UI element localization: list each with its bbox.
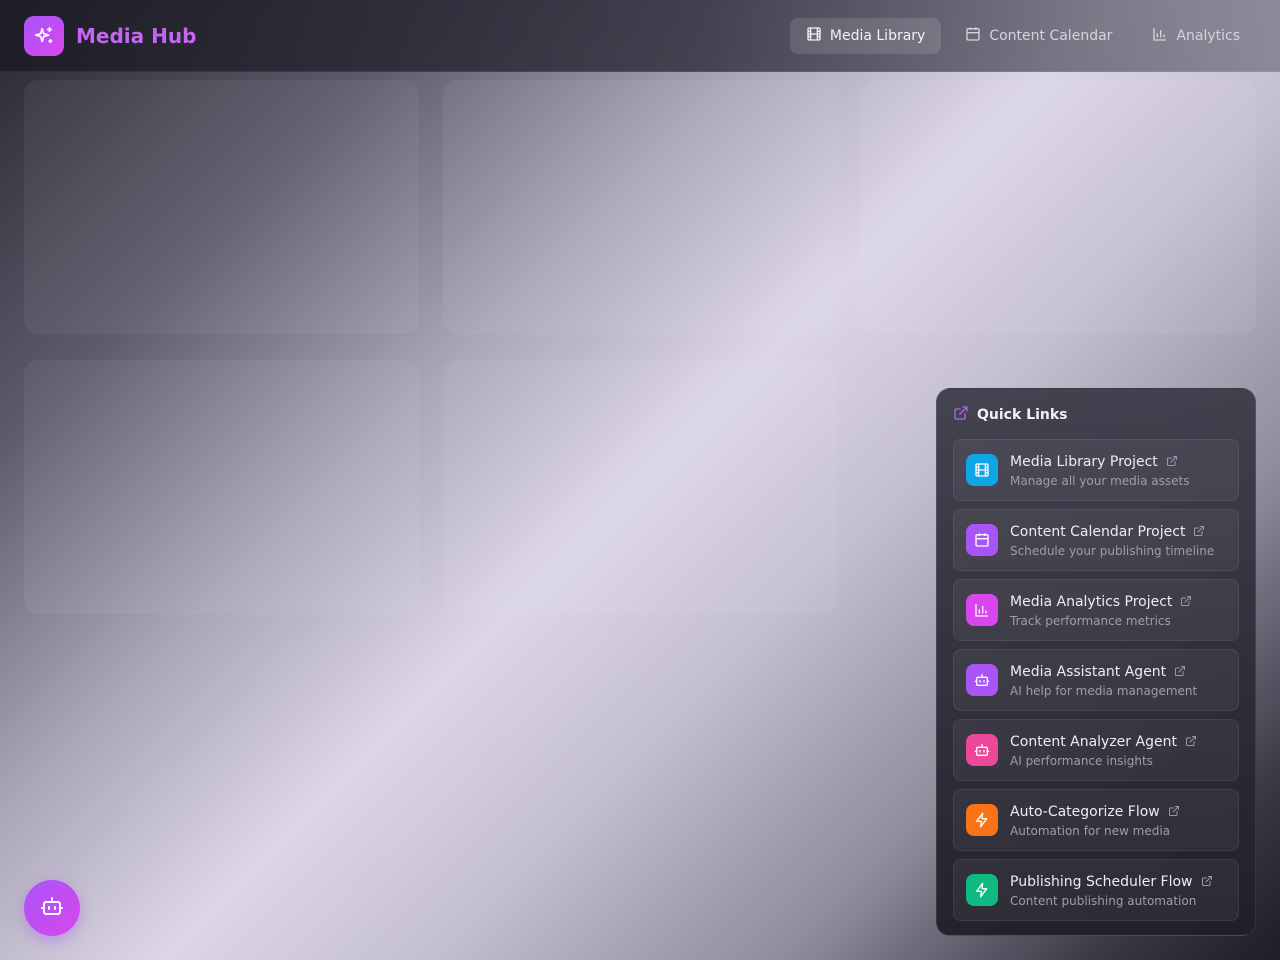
- quick-link-publishing-scheduler-flow[interactable]: Publishing Scheduler Flow Content publis…: [953, 859, 1239, 921]
- quick-link-description: Manage all your media assets: [1010, 474, 1190, 488]
- content-placeholder: [443, 360, 838, 614]
- content-placeholder: [24, 80, 419, 334]
- external-link-icon: [1201, 872, 1213, 891]
- brand-name: Media Hub: [76, 24, 197, 48]
- nav-label: Media Library: [829, 28, 926, 44]
- brand[interactable]: Media Hub: [24, 16, 196, 56]
- quick-link-description: Track performance metrics: [1010, 614, 1171, 628]
- bot-icon: [966, 664, 998, 696]
- quick-link-title: Content Calendar Project: [1010, 523, 1186, 540]
- quick-link-title: Media Assistant Agent: [1010, 663, 1167, 680]
- nav-analytics[interactable]: Analytics: [1136, 18, 1256, 54]
- film-icon: [806, 26, 822, 46]
- film-icon: [966, 454, 998, 486]
- quick-link-title: Content Analyzer Agent: [1010, 733, 1177, 750]
- content-placeholder: [861, 80, 1256, 334]
- bar-chart-icon: [966, 594, 998, 626]
- zap-icon: [966, 804, 998, 836]
- external-link-icon: [953, 405, 969, 425]
- quick-links-title: Quick Links: [977, 407, 1068, 423]
- top-header: Media Hub Media Library Content Calendar: [0, 0, 1280, 72]
- external-link-icon: [1193, 522, 1205, 541]
- external-link-icon: [1174, 662, 1186, 681]
- external-link-icon: [1166, 452, 1178, 471]
- quick-link-description: Automation for new media: [1010, 824, 1171, 838]
- quick-links-header: Quick Links: [953, 405, 1239, 425]
- quick-link-description: Schedule your publishing timeline: [1010, 544, 1215, 558]
- quick-link-description: AI help for media management: [1010, 684, 1198, 698]
- quick-links-panel: Quick Links Media Library Project Manage…: [936, 388, 1256, 936]
- quick-link-auto-categorize-flow[interactable]: Auto-Categorize Flow Automation for new …: [953, 789, 1239, 851]
- nav-label: Content Calendar: [989, 28, 1113, 44]
- quick-link-title: Media Analytics Project: [1010, 593, 1173, 610]
- assistant-fab-button[interactable]: [24, 880, 80, 936]
- quick-link-media-library-project[interactable]: Media Library Project Manage all your me…: [953, 439, 1239, 501]
- quick-link-title: Media Library Project: [1010, 453, 1158, 470]
- external-link-icon: [1168, 802, 1180, 821]
- content-placeholder: [24, 360, 419, 614]
- quick-link-media-analytics-project[interactable]: Media Analytics Project Track performanc…: [953, 579, 1239, 641]
- nav-label: Analytics: [1176, 28, 1240, 44]
- external-link-icon: [1180, 592, 1192, 611]
- quick-link-content-analyzer-agent[interactable]: Content Analyzer Agent AI performance in…: [953, 719, 1239, 781]
- nav-content-calendar[interactable]: Content Calendar: [949, 18, 1128, 54]
- bar-chart-icon: [1152, 26, 1168, 46]
- bot-icon: [966, 734, 998, 766]
- zap-icon: [966, 874, 998, 906]
- quick-link-content-calendar-project[interactable]: Content Calendar Project Schedule your p…: [953, 509, 1239, 571]
- quick-link-media-assistant-agent[interactable]: Media Assistant Agent AI help for media …: [953, 649, 1239, 711]
- content-placeholder: [443, 80, 838, 334]
- sparkles-icon: [24, 16, 64, 56]
- calendar-icon: [965, 26, 981, 46]
- calendar-icon: [966, 524, 998, 556]
- bot-icon: [40, 894, 64, 922]
- main-nav: Media Library Content Calendar Analytics: [789, 18, 1256, 54]
- external-link-icon: [1185, 732, 1197, 751]
- nav-media-library[interactable]: Media Library: [789, 18, 942, 54]
- quick-link-title: Publishing Scheduler Flow: [1010, 873, 1193, 890]
- quick-links-list: Media Library Project Manage all your me…: [953, 439, 1239, 921]
- quick-link-description: AI performance insights: [1010, 754, 1153, 768]
- quick-link-description: Content publishing automation: [1010, 894, 1197, 908]
- quick-link-title: Auto-Categorize Flow: [1010, 803, 1160, 820]
